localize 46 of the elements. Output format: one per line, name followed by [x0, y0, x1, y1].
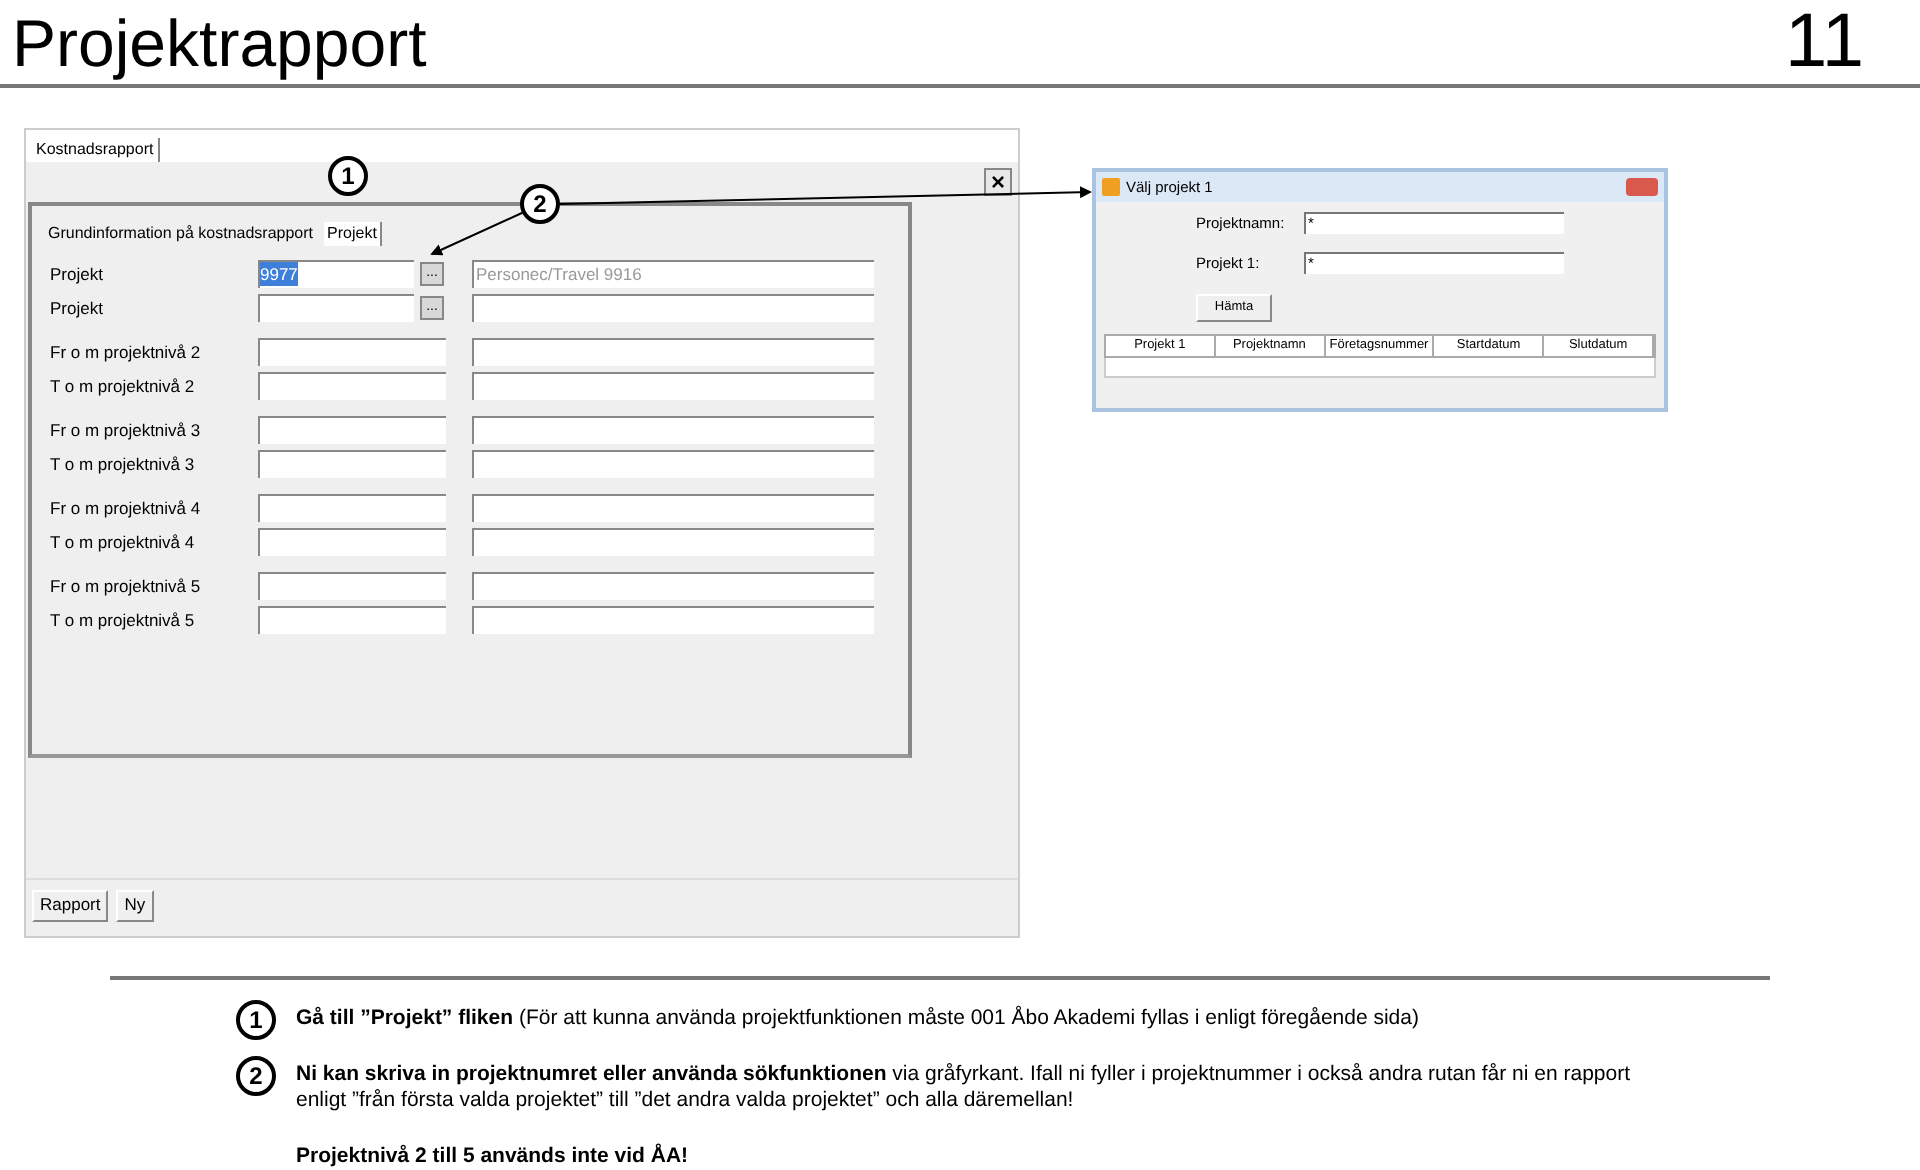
form-tab[interactable]: Projekt: [323, 222, 383, 246]
toolbar-button[interactable]: Ny: [116, 889, 154, 921]
input-field[interactable]: [258, 528, 446, 556]
field-label: T o m projektnivå 4: [50, 529, 197, 555]
input-field[interactable]: [472, 450, 874, 478]
field-label: Fr o m projektnivå 2: [50, 339, 203, 365]
input-field[interactable]: [472, 416, 874, 444]
note-text: Projektnivå 2 till 5 används inte vid ÅA!: [294, 1142, 691, 1170]
field-label: Fr o m projektnivå 4: [50, 495, 203, 521]
callout-number: 1: [236, 1000, 276, 1040]
leader-line: [430, 211, 525, 256]
field-label: T o m projektnivå 3: [50, 451, 197, 477]
form-tab[interactable]: Grundinformation på kostnadsrapport: [44, 222, 318, 246]
note-text: Ni kan skriva in projektnumret eller använda sökfunktionen via gråfyrkant. Ifall ni fyller i projektnummer i också andra rutan får ni en rapport: [296, 1062, 1631, 1088]
input-field[interactable]: [472, 606, 874, 634]
field-label: T o m projektnivå 5: [50, 607, 197, 633]
page-title: Projektrapport: [12, 4, 427, 84]
close-button[interactable]: ×: [984, 168, 1012, 196]
app-icon: [1102, 178, 1120, 196]
field-label: Projekt: [50, 295, 105, 321]
field-label: Projekt: [50, 261, 105, 287]
field-label: Fr o m projektnivå 3: [50, 417, 203, 443]
input-field[interactable]: [258, 494, 446, 522]
input-field[interactable]: [472, 494, 874, 522]
input-field[interactable]: [472, 294, 874, 322]
input-field[interactable]: [258, 606, 446, 634]
page-number: 11: [1785, 0, 1866, 84]
note-text: enligt ”från första valda projektet” till ”det andra valda projektet” och alla däremellan!: [296, 1088, 1076, 1114]
input-field[interactable]: [472, 338, 874, 366]
input-field[interactable]: 9977: [258, 260, 414, 288]
input-field[interactable]: [258, 372, 446, 400]
table-row[interactable]: [1104, 357, 1656, 377]
input-field[interactable]: [258, 338, 446, 366]
note-text: Gå till ”Projekt” fliken (För att kunna använda projektfunktionen måste 001 Åbo Akademi fyllas i enligt föregående sida): [296, 1006, 1419, 1032]
input-field[interactable]: [258, 450, 446, 478]
input-field[interactable]: [472, 572, 874, 600]
field-label: T o m projektnivå 2: [50, 373, 197, 399]
input-field[interactable]: [258, 572, 446, 600]
input-field[interactable]: [472, 372, 874, 400]
field-label: Fr o m projektnivå 5: [50, 573, 203, 599]
callout-number: 2: [236, 1056, 276, 1096]
input-field[interactable]: [258, 416, 446, 444]
input-field[interactable]: [258, 294, 414, 322]
input-field[interactable]: [472, 528, 874, 556]
toolbar-button[interactable]: Rapport: [32, 889, 109, 921]
window-tab[interactable]: Kostnadsrapport: [32, 138, 160, 162]
